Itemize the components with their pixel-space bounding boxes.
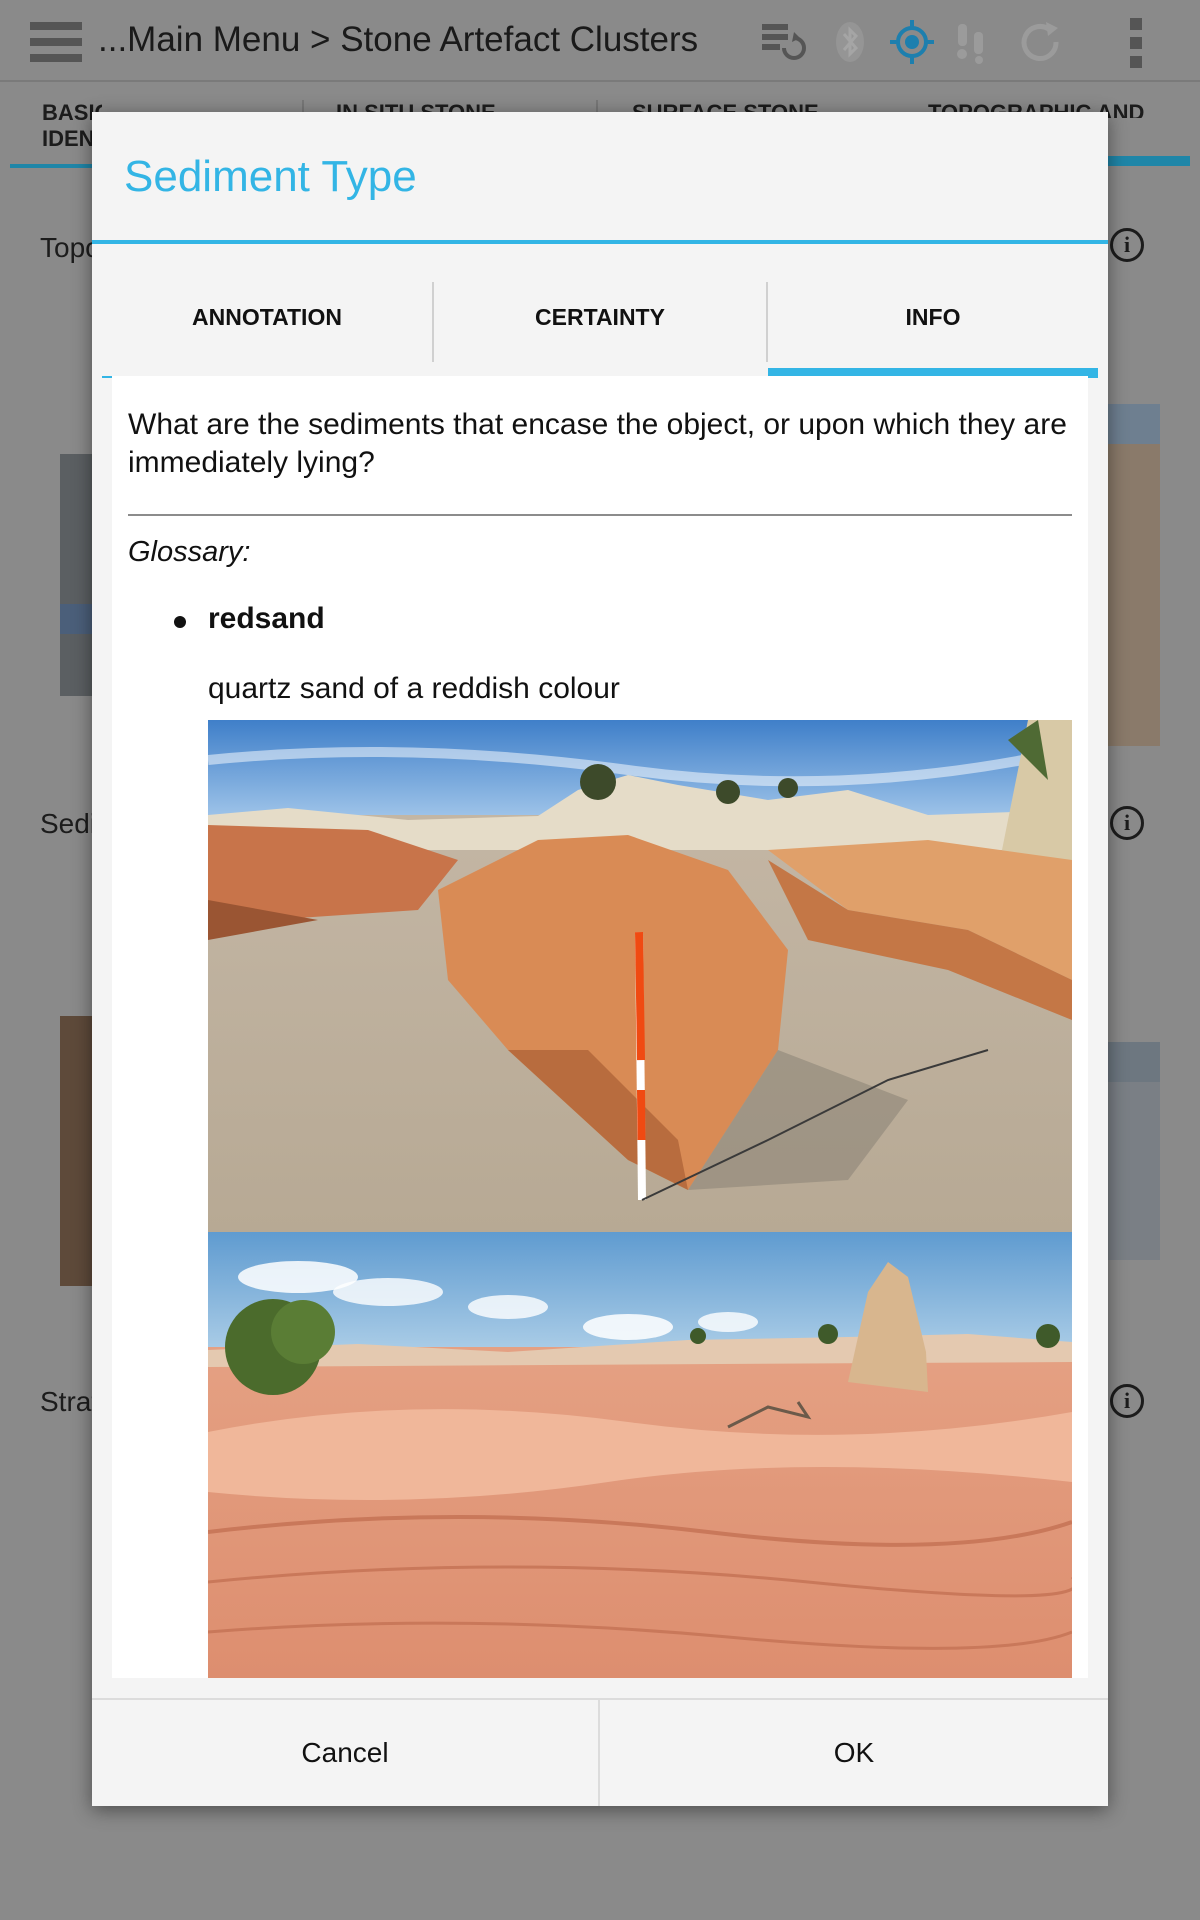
- refresh-icon[interactable]: [1016, 18, 1064, 66]
- bg-thumbnail: [1108, 1042, 1160, 1260]
- info-icon[interactable]: i: [1110, 806, 1144, 840]
- tab-info-label: INFO: [905, 304, 961, 330]
- bg-thumbnail: [60, 1016, 94, 1286]
- tab-info[interactable]: INFO: [768, 268, 1098, 378]
- glossary-definition: quartz sand of a reddish colour: [208, 672, 620, 705]
- bluetooth-icon[interactable]: [826, 18, 874, 66]
- app-bar: ...Main Menu > Stone Artefact Clusters: [0, 0, 1200, 82]
- sediment-type-dialog: Sediment Type ANNOTATION CERTAINTY INFO …: [92, 112, 1108, 1806]
- bg-thumbnail: [1108, 404, 1160, 746]
- gps-icon[interactable]: [888, 18, 936, 66]
- sync-status-icon[interactable]: [758, 18, 806, 66]
- breadcrumb: ...Main Menu > Stone Artefact Clusters: [98, 20, 699, 59]
- bg-field-strat-label: Strat: [40, 1386, 100, 1417]
- redsand-photo-dunes: [208, 1232, 1072, 1678]
- tab-certainty-label: CERTAINTY: [535, 304, 665, 330]
- menu-icon[interactable]: [30, 22, 82, 62]
- dialog-title: Sediment Type: [124, 152, 417, 201]
- title-divider: [92, 240, 1108, 244]
- info-icon[interactable]: i: [1110, 1384, 1144, 1418]
- bg-field-sediment-label: Sedi: [40, 808, 97, 839]
- redsand-photo-ledge: [208, 720, 1072, 1232]
- ok-button[interactable]: OK: [600, 1700, 1108, 1806]
- cancel-button[interactable]: Cancel: [92, 1700, 598, 1806]
- glossary-heading: Glossary:: [128, 536, 251, 568]
- bg-tab-indicator-right: [1100, 156, 1190, 166]
- dialog-footer: Cancel OK: [92, 1698, 1108, 1806]
- info-icon[interactable]: i: [1110, 228, 1144, 262]
- wifi-icon[interactable]: [950, 18, 998, 66]
- tab-certainty[interactable]: CERTAINTY: [434, 268, 766, 378]
- bg-tab-indicator: [10, 164, 100, 168]
- bullet-icon: [174, 616, 186, 628]
- question-text: What are the sediments that encase the o…: [128, 408, 1067, 479]
- info-divider: [128, 514, 1072, 516]
- tab-annotation-label: ANNOTATION: [192, 304, 342, 330]
- info-panel[interactable]: What are the sediments that encase the o…: [112, 376, 1088, 1678]
- tab-annotation[interactable]: ANNOTATION: [102, 268, 432, 378]
- dialog-tab-bar: ANNOTATION CERTAINTY INFO: [102, 268, 1098, 378]
- glossary-term: redsand: [208, 602, 325, 635]
- bg-thumbnail: [60, 454, 94, 696]
- overflow-menu-icon[interactable]: [1128, 18, 1144, 68]
